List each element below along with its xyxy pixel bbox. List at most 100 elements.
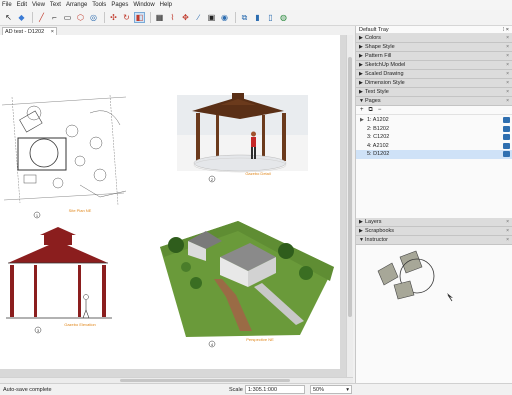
zoom-icon[interactable]: ◍ <box>278 12 289 23</box>
panel-label: Pages <box>365 98 381 104</box>
menu-file[interactable]: File <box>2 2 12 8</box>
panel-scrapbooks[interactable]: ▶ Scrapbooks × <box>356 227 512 236</box>
main-toolbar: ↖ ◆ ╱ ⌐ ▭ ⬡ ◎ ✣ ↻ ◧ ▦ ⌇ ✥ ∕ ▣ ◉ ⧉ ▮ ▯ ◍ <box>0 10 512 26</box>
page-name: 4: A2102 <box>367 142 389 149</box>
vertical-scrollbar[interactable] <box>346 35 353 377</box>
status-text: Auto-save complete <box>3 386 52 393</box>
panel-label: Scaled Drawing <box>365 71 404 77</box>
pages-list: ▶ 1: A1202 2: B1202 3: C1202 4: A2102 5: … <box>356 115 512 170</box>
scrapbook-icon[interactable]: ◧ <box>134 12 145 23</box>
line-icon[interactable]: ⌐ <box>49 12 60 23</box>
delete-page-icon[interactable]: − <box>378 107 382 113</box>
refresh-icon[interactable]: ↻ <box>121 12 132 23</box>
page-icon[interactable]: ▮ <box>252 12 263 23</box>
panel-label: Layers <box>365 219 382 225</box>
menu-window[interactable]: Window <box>133 2 154 8</box>
eyedropper-icon[interactable]: ∕ <box>193 12 204 23</box>
menu-pages[interactable]: Pages <box>111 2 128 8</box>
doc-icon[interactable]: ▯ <box>265 12 276 23</box>
page-add-icon[interactable]: ⧉ <box>239 12 250 23</box>
panel-pages[interactable]: ▼ Pages × <box>356 97 512 106</box>
scale-field[interactable]: 1:305.1:000 <box>245 385 305 394</box>
close-icon[interactable]: × <box>51 29 54 35</box>
close-icon[interactable]: × <box>506 228 509 234</box>
page-row[interactable]: ▶ 1: A1202 <box>356 116 512 125</box>
status-bar: Auto-save complete Scale 1:305.1:000 50%… <box>0 383 512 395</box>
pencil-icon[interactable]: ╱ <box>36 12 47 23</box>
move-icon[interactable]: ✣ <box>108 12 119 23</box>
close-icon[interactable]: × <box>506 44 509 50</box>
select-icon[interactable]: ↖ <box>3 12 14 23</box>
zoom-value: 50% <box>313 386 325 393</box>
viewport-number-4-text: 4 <box>211 342 214 347</box>
vertical-scroll-thumb[interactable] <box>348 57 352 317</box>
paint-icon[interactable]: ⬡ <box>75 12 86 23</box>
page-row-selected[interactable]: 5: D1202 <box>356 150 512 159</box>
instructor-area <box>356 245 512 329</box>
menu-text[interactable]: Text <box>50 2 61 8</box>
site-plan-label: Site Plan NE <box>69 208 92 213</box>
close-icon[interactable]: × <box>506 80 509 86</box>
panel-label: Text Style <box>365 89 389 95</box>
panel-layers[interactable]: ▶ Layers × <box>356 218 512 227</box>
document-tab[interactable]: AD test - D1202 × <box>2 27 57 35</box>
play-icon: ▶ <box>360 117 364 124</box>
page-name: 2: B1202 <box>367 125 390 132</box>
menu-tools[interactable]: Tools <box>92 2 106 8</box>
join-icon[interactable]: ✥ <box>180 12 191 23</box>
panel-colors[interactable]: ▶ Colors × <box>356 34 512 43</box>
panel-instructor[interactable]: ▼ Instructor × <box>356 236 512 245</box>
style-icon[interactable]: ▣ <box>206 12 217 23</box>
close-icon[interactable]: × <box>506 71 509 77</box>
table-icon[interactable]: ▦ <box>154 12 165 23</box>
close-icon[interactable]: × <box>506 53 509 59</box>
eraser-icon[interactable]: ◆ <box>16 12 27 23</box>
chevron-down-icon: ▾ <box>346 386 349 393</box>
close-icon[interactable]: × <box>506 35 509 41</box>
menu-edit[interactable]: Edit <box>17 2 27 8</box>
page-row[interactable]: 2: B1202 <box>356 125 512 134</box>
perspective-label: Perspective NE <box>246 337 274 342</box>
panel-shape-style[interactable]: ▶ Shape Style × <box>356 43 512 52</box>
close-icon[interactable]: × <box>506 98 509 104</box>
scale-label: Scale <box>229 386 243 393</box>
toolbar-divider <box>32 12 33 23</box>
menu-view[interactable]: View <box>32 2 45 8</box>
zoom-select[interactable]: 50% ▾ <box>310 385 352 394</box>
viewport-number-1-text: 1 <box>36 213 39 218</box>
close-icon[interactable]: × <box>506 89 509 95</box>
horizontal-scroll-thumb[interactable] <box>120 379 290 382</box>
page-row[interactable]: 4: A2102 <box>356 142 512 151</box>
site-plan-viewport <box>0 94 128 206</box>
page-thumbnail-icon <box>503 134 510 140</box>
split-icon[interactable]: ⌇ <box>167 12 178 23</box>
page-thumbnail-icon <box>503 117 510 123</box>
page-thumbnail-icon <box>503 142 510 149</box>
shape-icon[interactable]: ▭ <box>62 12 73 23</box>
menu-bar: File Edit View Text Arrange Tools Pages … <box>0 0 512 10</box>
panel-label: Scrapbooks <box>365 228 395 234</box>
close-icon[interactable]: × <box>506 219 509 225</box>
close-icon[interactable]: × <box>506 62 509 68</box>
drawing-canvas[interactable]: 1 Site Plan NE 2 Gazebo Detail 3 Gazebo … <box>0 35 346 377</box>
camera-icon[interactable]: ◉ <box>219 12 230 23</box>
add-page-icon[interactable]: + <box>360 107 364 113</box>
panel-text-style[interactable]: ▶ Text Style × <box>356 88 512 97</box>
toolbar-divider <box>104 12 105 23</box>
panel-dimension-style[interactable]: ▶ Dimension Style × <box>356 79 512 88</box>
rotate-icon[interactable]: ◎ <box>88 12 99 23</box>
tray-controls[interactable]: ⁝ × <box>503 27 510 33</box>
page-row[interactable]: 3: C1202 <box>356 133 512 142</box>
panel-pattern-fill[interactable]: ▶ Pattern Fill × <box>356 52 512 61</box>
menu-arrange[interactable]: Arrange <box>66 2 87 8</box>
panel-label: Pattern Fill <box>365 53 392 59</box>
duplicate-page-icon[interactable]: ⧉ <box>369 107 373 114</box>
panel-label: Colors <box>365 35 381 41</box>
menu-help[interactable]: Help <box>160 2 172 8</box>
panel-scaled-drawing[interactable]: ▶ Scaled Drawing × <box>356 70 512 79</box>
document-tab-label: AD test - D1202 <box>5 28 45 35</box>
close-icon[interactable]: × <box>506 237 509 243</box>
panel-label: Dimension Style <box>365 80 405 86</box>
page-name: 1: A1202 <box>367 117 389 124</box>
panel-sketchup-model[interactable]: ▶ SketchUp Model × <box>356 61 512 70</box>
